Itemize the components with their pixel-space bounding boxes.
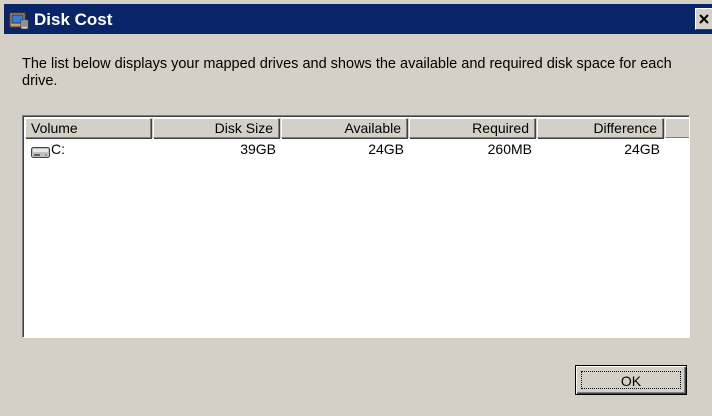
drive-list[interactable]: Volume Disk Size Available Required Diff…	[22, 115, 690, 338]
installer-package-icon	[9, 10, 29, 30]
required-cell: 260MB	[487, 141, 532, 157]
column-header-required[interactable]: Required	[409, 118, 535, 138]
close-button[interactable]	[695, 8, 712, 30]
column-header-difference[interactable]: Difference	[537, 118, 663, 138]
table-row[interactable]: C: 39GB 24GB 260MB 24GB	[25, 140, 689, 158]
difference-cell: 24GB	[624, 141, 660, 157]
ok-button-label: OK	[581, 371, 681, 389]
column-header-filler	[665, 118, 689, 138]
disk-cost-dialog: Disk Cost The list below displays your m…	[0, 0, 712, 416]
title-bar[interactable]: Disk Cost	[4, 4, 712, 34]
column-header-volume[interactable]: Volume	[25, 118, 151, 138]
description-text: The list below displays your mapped driv…	[22, 56, 672, 89]
volume-cell: C:	[25, 140, 153, 158]
close-icon	[699, 14, 709, 24]
list-header: Volume Disk Size Available Required Diff…	[25, 118, 689, 138]
drive-icon	[31, 144, 50, 158]
volume-name: C:	[51, 141, 65, 157]
column-header-available[interactable]: Available	[281, 118, 407, 138]
window-title: Disk Cost	[34, 10, 113, 29]
ok-button[interactable]: OK	[575, 365, 687, 395]
column-header-disk-size[interactable]: Disk Size	[153, 118, 279, 138]
disk-size-cell: 39GB	[240, 141, 276, 157]
available-cell: 24GB	[368, 141, 404, 157]
